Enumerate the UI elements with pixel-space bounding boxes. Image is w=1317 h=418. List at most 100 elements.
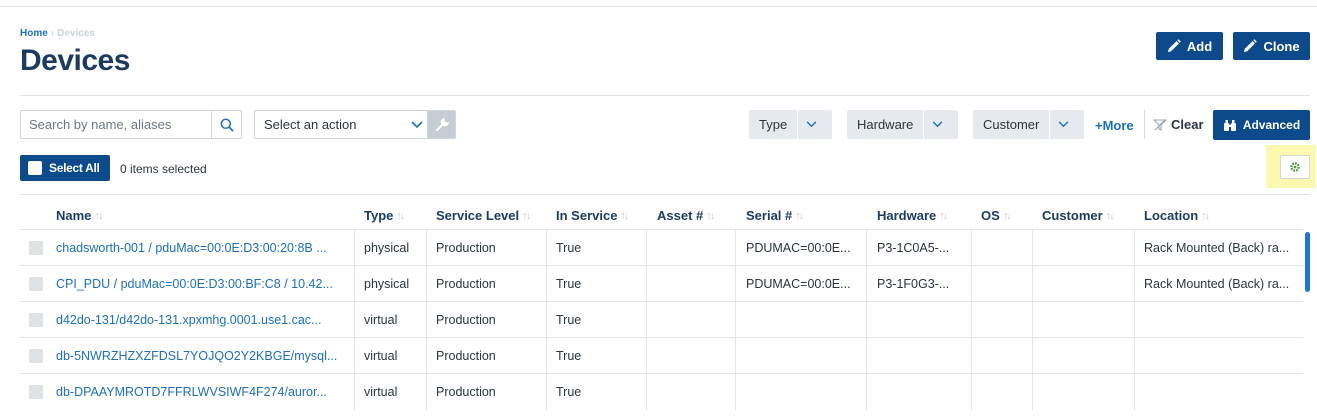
filter-divider xyxy=(1144,110,1145,139)
row-checkbox[interactable] xyxy=(29,313,43,327)
cell-customer xyxy=(1042,338,1132,374)
cell-service-level: Production xyxy=(436,385,496,399)
cell-name[interactable]: CPI_PDU / pduMac=00:0E:D3:00:BF:C8 / 10.… xyxy=(56,266,346,302)
cell-location xyxy=(1144,374,1300,410)
column-header-location[interactable]: Location ↑↓ xyxy=(1144,208,1210,223)
cell-in-service: True xyxy=(556,385,582,399)
column-header-name[interactable]: Name ↑↓ xyxy=(56,208,103,223)
breadcrumb-home-link[interactable]: Home xyxy=(20,28,48,39)
table-row[interactable]: CPI_PDU / pduMac=00:0E:D3:00:BF:C8 / 10.… xyxy=(20,265,1303,302)
cell-serial xyxy=(746,302,861,338)
cell-asset xyxy=(657,230,737,266)
cell-service-level: Production xyxy=(436,349,496,363)
row-checkbox[interactable] xyxy=(29,385,43,399)
cell-location: Rack Mounted (Back) ra... xyxy=(1144,277,1290,291)
cell-os xyxy=(981,230,1031,266)
column-header-customer[interactable]: Customer ↑↓ xyxy=(1042,208,1115,223)
cell-type: physical xyxy=(364,277,410,291)
row-checkbox[interactable] xyxy=(29,349,43,363)
clear-filter-icon xyxy=(1153,118,1167,131)
table-row[interactable]: db-5NWRZHZXZFDSL7YOJQO2Y2KBGE/mysql... v… xyxy=(20,337,1303,374)
column-header-asset[interactable]: Asset # ↑↓ xyxy=(657,208,715,223)
hardware-filter[interactable]: Hardware xyxy=(847,110,958,139)
advanced-search-label: Advanced xyxy=(1242,118,1301,132)
cell-asset xyxy=(657,266,737,302)
search-icon xyxy=(220,118,234,132)
add-button[interactable]: Add xyxy=(1156,32,1223,60)
action-select[interactable]: Select an action xyxy=(254,110,456,139)
more-filters-link[interactable]: +More xyxy=(1095,118,1134,133)
cell-os xyxy=(981,374,1031,410)
page-title: Devices xyxy=(20,44,130,77)
search-input[interactable] xyxy=(21,111,211,138)
table-scrollbar[interactable] xyxy=(1305,232,1310,292)
column-header-service-level[interactable]: Service Level ↑↓ xyxy=(436,208,531,223)
sort-icon: ↑↓ xyxy=(1002,209,1012,222)
customer-filter[interactable]: Customer xyxy=(973,110,1084,139)
advanced-search-button[interactable]: Advanced xyxy=(1213,110,1310,140)
sort-icon: ↑↓ xyxy=(706,209,715,222)
column-header-in-service[interactable]: In Service ↑↓ xyxy=(556,208,629,223)
breadcrumb: Home › Devices xyxy=(20,28,95,39)
column-header-hardware[interactable]: Hardware ↑↓ xyxy=(877,208,948,223)
row-checkbox[interactable] xyxy=(29,241,43,255)
cell-name[interactable]: chadsworth-001 / pduMac=00:0E:D3:00:20:8… xyxy=(56,230,346,266)
cell-type: virtual xyxy=(364,385,398,399)
sort-icon: ↑↓ xyxy=(1201,209,1210,222)
chevron-down-icon xyxy=(923,110,951,139)
column-header-os[interactable]: OS ↑↓ xyxy=(981,208,1012,223)
sort-icon: ↑↓ xyxy=(939,209,948,222)
table-row[interactable]: chadsworth-001 / pduMac=00:0E:D3:00:20:8… xyxy=(20,229,1303,266)
cell-name[interactable]: db-5NWRZHZXZFDSL7YOJQO2Y2KBGE/mysql... xyxy=(56,338,346,374)
table-row[interactable]: db-DPAAYMROTD7FFRLWVSIWF4F274/auror... v… xyxy=(20,373,1303,410)
binoculars-icon xyxy=(1223,119,1236,131)
wrench-button[interactable] xyxy=(427,111,455,138)
top-divider xyxy=(0,6,1317,7)
cell-service-level: Production xyxy=(436,277,496,291)
cell-hardware: P3-1F0G3-... xyxy=(877,277,950,291)
cell-name[interactable]: db-DPAAYMROTD7FFRLWVSIWF4F274/auror... xyxy=(56,374,346,410)
sort-icon: ↑↓ xyxy=(620,209,629,222)
column-header-serial[interactable]: Serial # ↑↓ xyxy=(746,208,804,223)
cell-customer xyxy=(1042,230,1132,266)
cell-os xyxy=(981,338,1031,374)
cell-hardware xyxy=(877,302,967,338)
clone-button[interactable]: Clone xyxy=(1233,32,1310,60)
pencil-icon xyxy=(1167,39,1181,52)
header-divider xyxy=(20,95,1310,96)
cell-location xyxy=(1144,338,1300,374)
cell-customer xyxy=(1042,374,1132,410)
search-button[interactable] xyxy=(211,111,241,138)
add-button-label: Add xyxy=(1186,38,1213,54)
cell-name[interactable]: d42do-131/d42do-131.xpxmhg.0001.use1.cac… xyxy=(56,302,346,338)
cell-os xyxy=(981,266,1031,302)
cell-type: virtual xyxy=(364,313,398,327)
breadcrumb-current: Devices xyxy=(57,28,95,39)
clear-filters-button[interactable]: Clear xyxy=(1153,117,1204,132)
search-box xyxy=(20,110,242,139)
cell-service-level: Production xyxy=(436,313,496,327)
cell-asset xyxy=(657,302,737,338)
clone-button-label: Clone xyxy=(1263,38,1300,54)
select-all-button[interactable]: Select All xyxy=(20,155,110,181)
cell-customer xyxy=(1042,266,1132,302)
breadcrumb-separator: › xyxy=(50,28,55,39)
table-row[interactable]: d42do-131/d42do-131.xpxmhg.0001.use1.cac… xyxy=(20,301,1303,338)
cell-service-level: Production xyxy=(436,241,496,255)
column-header-type[interactable]: Type ↑↓ xyxy=(364,208,405,223)
row-checkbox[interactable] xyxy=(29,277,43,291)
customer-filter-label: Customer xyxy=(983,117,1040,132)
cell-in-service: True xyxy=(556,241,582,255)
cell-location: Rack Mounted (Back) ra... xyxy=(1144,241,1290,255)
clear-filters-label: Clear xyxy=(1171,117,1204,132)
select-all-checkbox xyxy=(28,161,42,175)
toolbar-divider xyxy=(20,194,1310,195)
cell-hardware xyxy=(877,338,967,374)
sort-icon: ↑↓ xyxy=(795,209,804,222)
column-settings-button[interactable] xyxy=(1280,155,1310,179)
sort-icon: ↑↓ xyxy=(522,209,531,222)
type-filter[interactable]: Type xyxy=(749,110,832,139)
chevron-down-icon xyxy=(1049,110,1077,139)
cell-location xyxy=(1144,302,1300,338)
cell-type: physical xyxy=(364,241,410,255)
